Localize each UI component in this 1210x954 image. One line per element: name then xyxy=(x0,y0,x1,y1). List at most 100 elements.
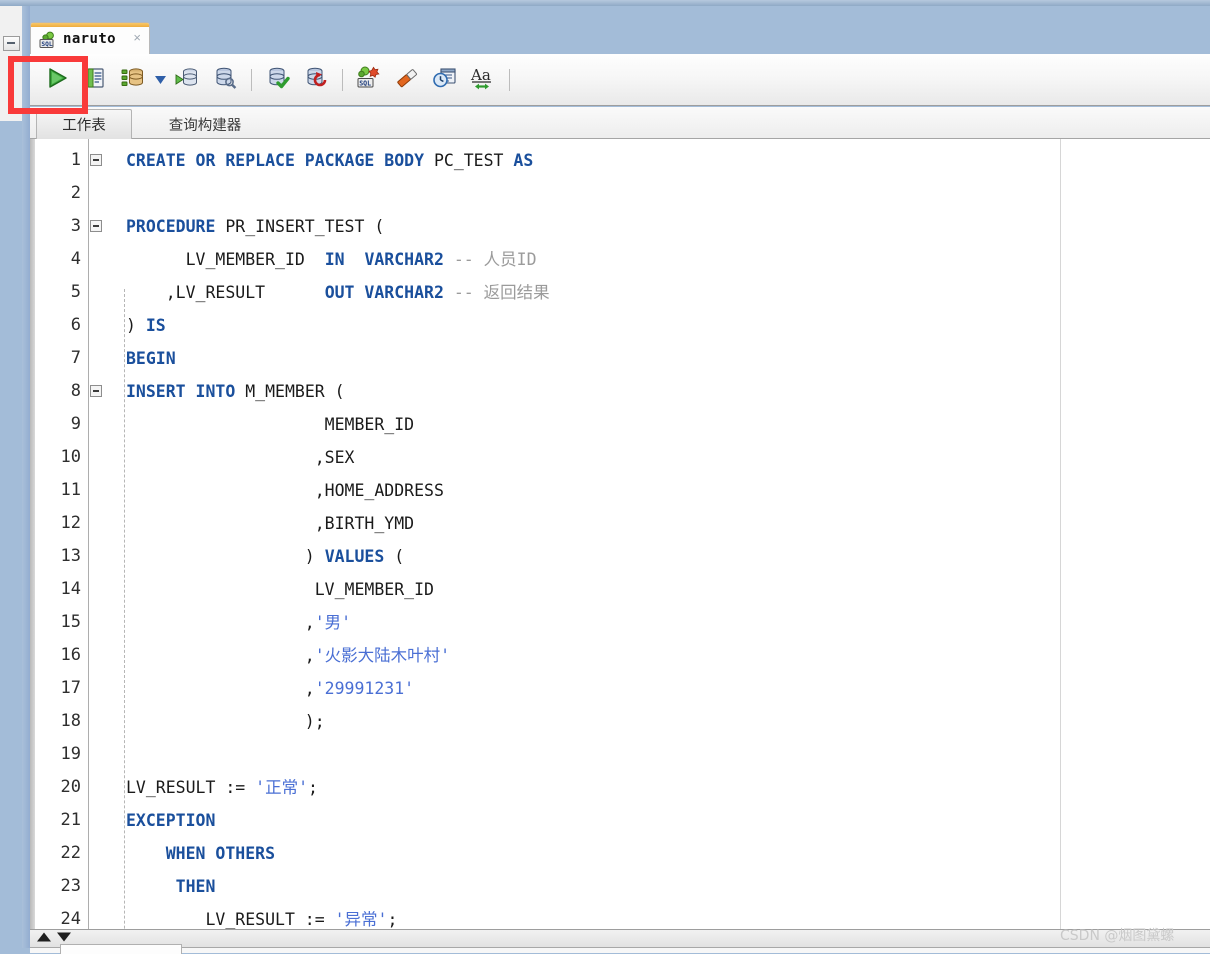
code-line: ,'火影大陆木叶村' xyxy=(126,639,450,672)
code-token-kw: WHEN OTHERS xyxy=(165,844,276,863)
code-fold-toggle[interactable] xyxy=(90,154,102,166)
tab-worksheet[interactable]: 工作表 xyxy=(36,109,132,139)
code-token-kw: VALUES xyxy=(324,547,385,566)
code-token-kw: THEN xyxy=(175,877,216,896)
connection-tab-naruto[interactable]: SQL naruto × xyxy=(30,22,150,54)
chevron-down-icon[interactable] xyxy=(152,60,168,100)
line-number: 16 xyxy=(60,645,81,665)
code-token-pln: ; xyxy=(308,778,318,797)
autotrace-button[interactable] xyxy=(168,60,206,100)
code-line: ) VALUES ( xyxy=(126,540,404,573)
line-number: 5 xyxy=(70,282,81,302)
code-line: PROCEDURE PR_INSERT_TEST ( xyxy=(126,210,384,243)
sql-code-editor[interactable]: 1 2 3 4 5 6 7 8 9 10 11 12 13 14 15 16 17 18 19 20 21 22 23 24 … xyxy=(30,139,1210,929)
run-statement-button[interactable] xyxy=(38,60,76,100)
code-token-str: '29991231' xyxy=(314,679,415,698)
code-line: BEGIN xyxy=(126,342,176,375)
line-number: 14 xyxy=(60,579,81,599)
line-number: 22 xyxy=(60,843,81,863)
code-token-cmt: -- 人员ID xyxy=(443,250,537,269)
code-token-kw: IS xyxy=(145,316,166,335)
line-number: 24 xyxy=(60,909,81,929)
line-number: 7 xyxy=(70,348,81,368)
code-line: THEN xyxy=(126,870,216,903)
rollback-button[interactable] xyxy=(297,60,335,100)
watermark: CSDN @烟图黛螺 xyxy=(1060,928,1175,944)
green-play-triangle-icon xyxy=(44,65,70,96)
code-line: ,'男' xyxy=(126,606,351,639)
connection-tab-label: naruto xyxy=(63,31,116,47)
line-number: 18 xyxy=(60,711,81,731)
code-token-pln: ,BIRTH_YMD xyxy=(126,514,415,533)
code-line: EXCEPTION xyxy=(126,804,215,837)
code-token-pln: LV_MEMBER_ID xyxy=(126,580,434,599)
code-line: MEMBER_ID xyxy=(126,408,414,441)
code-token-pln: ( xyxy=(384,547,405,566)
svg-text:SQL: SQL xyxy=(41,41,52,48)
svg-text:SQL: SQL xyxy=(359,79,371,87)
code-token-pln: M_MEMBER ( xyxy=(235,382,345,401)
sql-connection-icon: SQL xyxy=(39,31,59,49)
autotrace-icon xyxy=(174,65,200,96)
line-number: 11 xyxy=(60,480,81,500)
code-line: ,'29991231' xyxy=(126,672,414,705)
code-token-pln: ,HOME_ADDRESS xyxy=(126,481,444,500)
scroll-up-arrow-icon[interactable] xyxy=(36,930,52,948)
code-line: ); xyxy=(126,705,325,738)
database-check-icon xyxy=(265,65,291,96)
worksheet-tab-strip: 工作表 查询构建器 xyxy=(30,107,1210,139)
minimize-icon[interactable] xyxy=(3,36,20,51)
clear-button[interactable] xyxy=(388,60,426,100)
code-token-kw: BEGIN xyxy=(126,349,176,368)
clock-report-icon xyxy=(432,65,458,96)
line-number: 19 xyxy=(60,744,81,764)
bottom-panel-background xyxy=(30,948,1210,953)
code-token-pln: ) xyxy=(126,316,146,335)
line-number-gutter: 1 2 3 4 5 6 7 8 9 10 11 12 13 14 15 16 17 18 19 20 21 22 23 24 xyxy=(35,139,87,929)
code-folding-column[interactable] xyxy=(90,139,106,929)
explain-plan-button[interactable] xyxy=(114,60,152,100)
compile-button[interactable]: SQL xyxy=(350,60,388,100)
line-number: 15 xyxy=(60,612,81,632)
line-number: 2 xyxy=(70,183,81,203)
run-script-button[interactable] xyxy=(76,60,114,100)
code-token-pln: ; xyxy=(387,910,398,929)
commit-button[interactable] xyxy=(259,60,297,100)
tab-query-builder-label: 查询构建器 xyxy=(168,117,242,134)
toolbar-separator xyxy=(251,69,252,91)
line-number: 21 xyxy=(60,810,81,830)
format-case-button[interactable]: Aa xyxy=(464,60,502,100)
code-token-kw: VARCHAR2 xyxy=(364,250,444,269)
sql-history-button[interactable] xyxy=(206,60,244,100)
toolbar-separator xyxy=(342,69,343,91)
run-script-icon xyxy=(82,65,108,96)
code-token-kw: IN xyxy=(324,250,345,269)
code-fold-toggle[interactable] xyxy=(90,385,102,397)
code-text-area[interactable]: CREATE OR REPLACE PACKAGE BODY PC_TEST A… xyxy=(126,139,1086,929)
line-number: 23 xyxy=(60,876,81,896)
code-fold-toggle[interactable] xyxy=(90,220,102,232)
code-line: WHEN OTHERS xyxy=(126,837,275,870)
line-number: 9 xyxy=(70,414,81,434)
code-token-pln xyxy=(345,250,365,269)
close-icon[interactable]: × xyxy=(133,31,141,45)
code-token-kw: CREATE OR REPLACE PACKAGE BODY xyxy=(126,151,425,170)
code-line: LV_RESULT := '正常'; xyxy=(126,771,318,804)
code-token-pln xyxy=(126,844,166,863)
code-line: ) IS xyxy=(126,309,166,342)
left-panel-strip xyxy=(0,6,23,121)
line-number: 10 xyxy=(60,447,81,467)
code-line: ,LV_RESULT OUT VARCHAR2 -- 返回结果 xyxy=(126,276,550,309)
indent-guide-line xyxy=(124,289,125,929)
line-number: 8 xyxy=(70,381,81,401)
toolbar-separator xyxy=(509,69,510,91)
tab-query-builder[interactable]: 查询构建器 xyxy=(140,109,270,139)
code-token-kw: OUT VARCHAR2 xyxy=(324,283,444,302)
code-token-pln: ,LV_RESULT xyxy=(126,283,325,302)
code-line: INSERT INTO M_MEMBER ( xyxy=(126,375,345,408)
compile-sql-icon: SQL xyxy=(356,65,382,96)
schedule-button[interactable] xyxy=(426,60,464,100)
code-token-str: '火影大陆木叶村' xyxy=(314,646,451,665)
database-search-icon xyxy=(212,65,238,96)
